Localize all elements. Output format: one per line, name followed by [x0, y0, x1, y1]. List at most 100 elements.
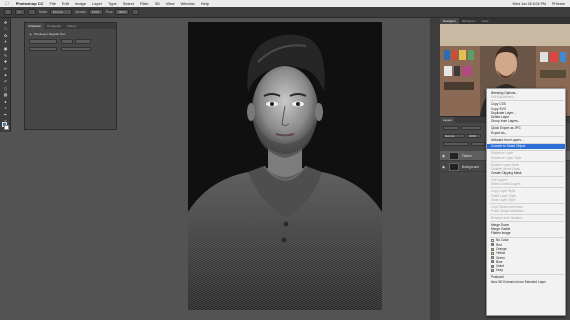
- fill-field[interactable]: [471, 141, 485, 147]
- context-menu-item: Select Linked Layers: [487, 182, 565, 186]
- tab-history[interactable]: History: [64, 23, 79, 29]
- menu-image[interactable]: Image: [75, 1, 86, 6]
- portrait-photo: [188, 22, 382, 310]
- menu-file[interactable]: File: [50, 1, 56, 6]
- lasso-tool-icon[interactable]: ✿: [2, 33, 10, 38]
- layer-context-menu: Blending Options... Edit Adjustment... Cop…: [486, 88, 566, 316]
- lock-buttons[interactable]: [443, 141, 469, 147]
- menu-window[interactable]: Window: [180, 1, 194, 6]
- kerning-field[interactable]: [75, 39, 91, 44]
- marquee-tool-icon[interactable]: □: [2, 26, 10, 31]
- context-menu-item: Paste Shape Attributes: [487, 209, 565, 213]
- move-tool-icon[interactable]: ✥: [2, 20, 10, 25]
- brush-size-picker[interactable]: [28, 9, 36, 15]
- context-menu-item[interactable]: Group from Layers...: [487, 119, 565, 124]
- layer-name[interactable]: Background: [462, 165, 479, 169]
- brush-tool-icon[interactable]: ✏: [2, 66, 10, 71]
- context-menu-item[interactable]: Artboard from Layers...: [487, 137, 565, 142]
- tab-paragraph[interactable]: Paragraph: [44, 23, 64, 29]
- menu-select[interactable]: Select: [123, 1, 134, 6]
- layer-name[interactable]: Flatten: [462, 154, 472, 158]
- context-menu-item-label: Release from Isolation: [491, 215, 523, 220]
- layer-thumbnail: [449, 151, 459, 160]
- label-color-swatch: [491, 264, 494, 268]
- blur-tool-icon[interactable]: ●: [2, 99, 10, 104]
- context-menu-item: Rasterize Layer Style: [487, 155, 565, 160]
- context-menu-item-label: Flatten Image: [491, 231, 511, 236]
- context-menu-item[interactable]: New 3D Extrusion from Selected Layer: [487, 280, 565, 284]
- eyedropper-tool-icon[interactable]: ✎: [2, 53, 10, 58]
- context-menu-item-label: Edit Adjustment...: [491, 95, 516, 100]
- home-button[interactable]: ⌂: [4, 9, 12, 15]
- eye-icon[interactable]: ◉: [442, 154, 446, 158]
- context-menu-item-label: Rasterize Layer Style: [491, 155, 522, 160]
- home-icon: ⌂: [7, 10, 9, 14]
- context-menu-item-label: Artboard from Layers...: [491, 137, 524, 142]
- tracking-field[interactable]: [29, 46, 57, 51]
- character-panel-tabs: Character Paragraph History: [25, 23, 116, 29]
- brush-icon: ✏: [18, 10, 21, 14]
- label-color-swatch: [491, 243, 494, 247]
- crop-tool-icon[interactable]: ▣: [2, 46, 10, 51]
- clone-stamp-tool-icon[interactable]: ▲: [2, 72, 10, 77]
- label-color-swatch: [491, 260, 494, 264]
- scale-field[interactable]: [61, 46, 91, 51]
- healing-brush-tool-icon[interactable]: ✚: [2, 59, 10, 64]
- eraser-tool-icon[interactable]: ▯: [2, 86, 10, 91]
- mode-label: Mode:: [39, 10, 48, 14]
- layer-kind-filter[interactable]: [443, 125, 459, 131]
- menu-3d[interactable]: 3D: [155, 1, 160, 6]
- menu-app-name[interactable]: Photoshop CC: [16, 1, 44, 6]
- context-menu-item[interactable]: Flatten Image: [487, 231, 565, 236]
- pen-tool-icon[interactable]: ✒: [2, 112, 10, 117]
- context-menu-item-label: Group from Layers...: [491, 119, 521, 124]
- airbrush-toggle[interactable]: [132, 9, 140, 15]
- context-menu-item[interactable]: Convert to Smart Object: [487, 144, 565, 149]
- context-menu-item-label: Paste Shape Attributes: [491, 209, 524, 213]
- context-menu-item-label: Gray: [496, 268, 503, 273]
- label-color-swatch: [491, 269, 494, 273]
- context-menu-item[interactable]: Create Clipping Mask: [487, 171, 565, 175]
- layer-thumbnail: [449, 162, 459, 171]
- tab-layers[interactable]: Layers: [440, 117, 456, 123]
- tab-character[interactable]: Character: [25, 23, 45, 29]
- layer-opacity-field[interactable]: 100%: [467, 133, 481, 139]
- font-size-field[interactable]: [29, 39, 57, 44]
- menu-layer[interactable]: Layer: [92, 1, 102, 6]
- opacity-field[interactable]: 100%: [88, 9, 103, 15]
- menubar-user[interactable]: PHlearn: [552, 2, 565, 6]
- flow-label: Flow:: [105, 10, 114, 14]
- gradient-tool-icon[interactable]: ▦: [2, 92, 10, 97]
- canvas-image[interactable]: [188, 22, 382, 310]
- font-name[interactable]: PixelLayer Regular Dev: [34, 32, 66, 36]
- context-menu-item: Clear Layer Style: [487, 197, 565, 202]
- tool-preset-picker[interactable]: ✏: [15, 9, 25, 15]
- history-brush-tool-icon[interactable]: ↶: [2, 79, 10, 84]
- menu-filter[interactable]: Filter: [140, 1, 149, 6]
- context-menu-item-label: Export As...: [491, 130, 508, 135]
- label-color-swatch: [491, 238, 494, 242]
- apple-icon[interactable]: : [5, 1, 9, 7]
- menu-help[interactable]: Help: [201, 1, 209, 6]
- context-menu-item[interactable]: Export As...: [487, 130, 565, 135]
- blend-mode-dropdown[interactable]: Normal: [443, 133, 465, 139]
- menubar-status: Wed Jun 26 8:04 PM PHlearn: [507, 0, 565, 7]
- dodge-tool-icon[interactable]: ◑: [2, 105, 10, 110]
- menu-view[interactable]: View: [166, 1, 175, 6]
- filter-icons[interactable]: [461, 125, 481, 131]
- menu-type[interactable]: Type: [108, 1, 117, 6]
- text-icon: ▲: [29, 32, 32, 36]
- menubar-clock[interactable]: Wed Jun 26 8:04 PM: [513, 2, 547, 6]
- context-menu-item[interactable]: Gray: [487, 268, 565, 273]
- opacity-label: Opacity:: [74, 10, 87, 14]
- leading-field[interactable]: [61, 39, 73, 44]
- background-color-swatch[interactable]: [4, 125, 9, 130]
- menu-edit[interactable]: Edit: [62, 1, 69, 6]
- eye-icon[interactable]: ◉: [442, 165, 446, 169]
- mode-dropdown[interactable]: Normal: [49, 9, 72, 15]
- flow-field[interactable]: 100%: [115, 9, 130, 15]
- context-menu-item-label: Clear Layer Style: [491, 197, 516, 202]
- quick-select-tool-icon[interactable]: ✦: [2, 39, 10, 44]
- label-color-swatch: [491, 251, 494, 255]
- label-color-swatch: [491, 247, 494, 251]
